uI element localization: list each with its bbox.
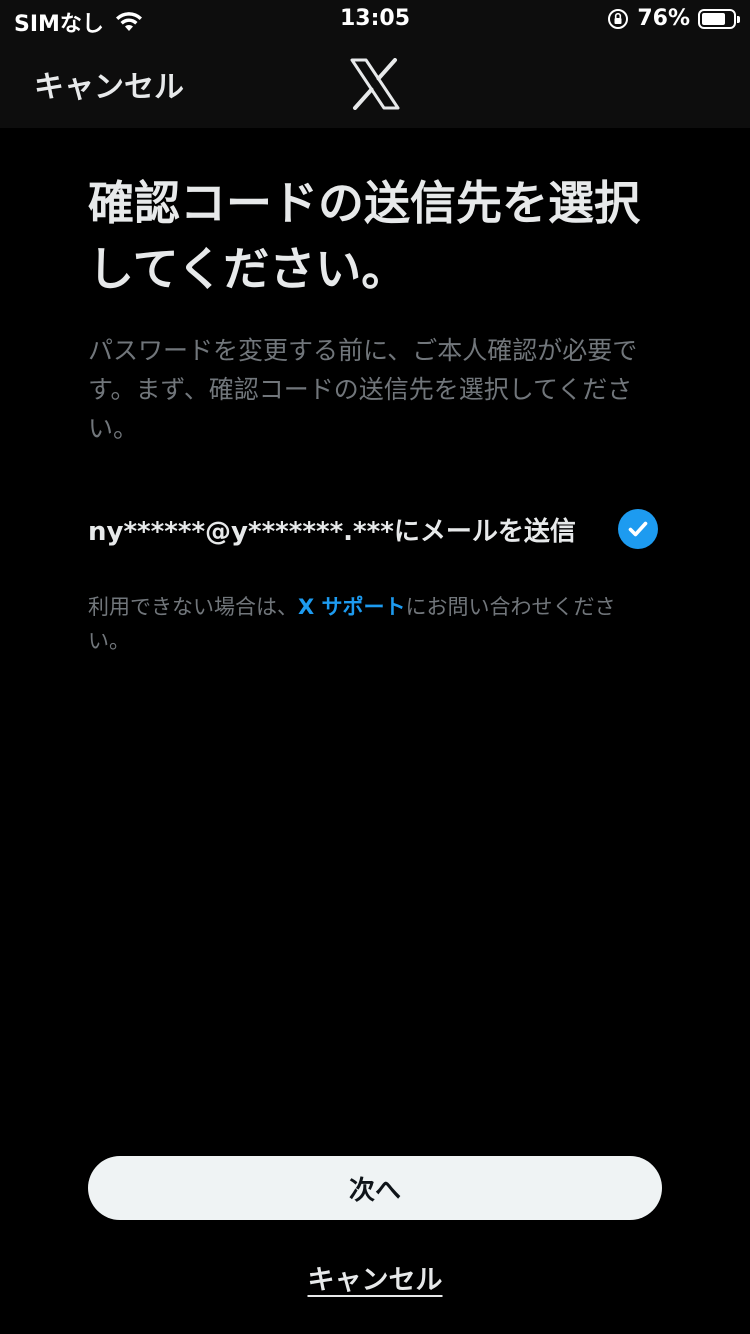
page-title: 確認コードの送信先を選択してください。	[88, 176, 640, 296]
email-option[interactable]: ny******@y*******.***にメールを送信	[88, 505, 660, 555]
nav-cancel-button[interactable]: キャンセル	[34, 62, 184, 106]
x-support-link[interactable]: X サポート	[298, 595, 406, 619]
next-button[interactable]: 次へ	[88, 1156, 662, 1220]
page-description: パスワードを変更する前に、ご本人確認が必要です。まず、確認コードの送信先を選択し…	[88, 336, 638, 443]
x-logo-icon[interactable]	[349, 58, 401, 110]
bottom-cancel-button[interactable]: キャンセル	[308, 1265, 443, 1296]
bottom-cancel-container: キャンセル	[0, 1258, 750, 1297]
support-text: 利用できない場合は、X サポートにお問い合わせください。	[88, 590, 654, 658]
orientation-lock-icon	[608, 8, 629, 29]
battery-percent: 76%	[637, 6, 690, 31]
battery-fill	[702, 12, 725, 25]
battery-icon	[698, 8, 740, 29]
email-option-label: ny******@y*******.***にメールを送信	[88, 517, 576, 547]
top-bar: SIMなし 13:05 76% キャンセル	[0, 0, 750, 128]
checkmark-icon	[628, 521, 648, 537]
support-text-prefix: 利用できない場合は、	[88, 595, 298, 619]
option-selected-indicator[interactable]	[618, 509, 658, 549]
status-right: 76%	[607, 6, 740, 31]
status-bar: SIMなし 13:05 76%	[0, 0, 750, 40]
